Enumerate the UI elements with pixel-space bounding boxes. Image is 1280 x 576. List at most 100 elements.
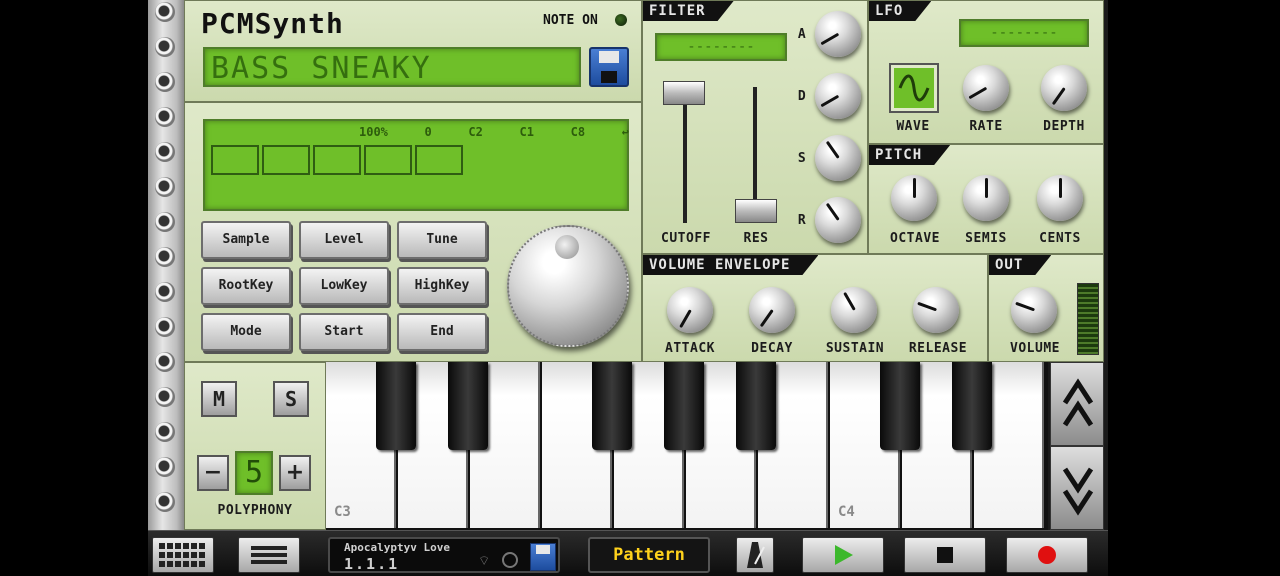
lowkey-button[interactable]: LowKey	[299, 267, 389, 305]
patch-name-display[interactable]: BASS SNEAKY	[203, 47, 581, 87]
cutoff-label: CUTOFF	[661, 231, 711, 246]
data-entry-jog-wheel[interactable]	[507, 225, 629, 347]
lfo-display: --------	[959, 19, 1089, 47]
polyphony-decrease-button[interactable]: −	[197, 455, 229, 491]
level-button[interactable]: Level	[299, 221, 389, 259]
pitch-cents-knob[interactable]	[1037, 175, 1083, 221]
cutoff-slider-handle[interactable]	[663, 81, 705, 105]
polyphony-increase-button[interactable]: +	[279, 455, 311, 491]
sample-button[interactable]: Sample	[201, 221, 291, 259]
highkey-button[interactable]: HighKey	[397, 267, 487, 305]
mode-button[interactable]: Mode	[201, 313, 291, 351]
black-key-f-sharp3[interactable]	[592, 362, 632, 450]
filter-release-knob[interactable]	[815, 197, 861, 243]
sample-tune-value: 0	[424, 125, 432, 139]
lfo-wave-button[interactable]	[891, 65, 937, 111]
pitch-semis-knob[interactable]	[963, 175, 1009, 221]
solo-button[interactable]: S	[273, 381, 309, 417]
envelope-decay-knob[interactable]	[749, 287, 795, 333]
mute-button[interactable]: M	[201, 381, 237, 417]
lfo-depth-label: DEPTH	[1043, 119, 1085, 134]
ring-icon	[155, 142, 175, 162]
sample-rootkey-value: C2	[468, 125, 483, 139]
song-position: 1.1.1	[344, 555, 400, 573]
filter-title: FILTER	[643, 1, 734, 21]
start-button[interactable]: Start	[299, 313, 389, 351]
menu-button[interactable]	[238, 537, 300, 573]
sample-slot[interactable]	[313, 145, 361, 175]
res-label: RES	[743, 231, 769, 246]
sample-highkey-value: C8	[570, 125, 586, 139]
ring-icon	[155, 2, 175, 22]
lfo-rate-label: RATE	[969, 119, 1003, 134]
filter-decay-knob[interactable]	[815, 73, 861, 119]
play-button[interactable]	[802, 537, 884, 573]
synth-header-panel: PCMSynth NOTE ON BASS SNEAKY	[184, 0, 642, 102]
pitch-title: PITCH	[869, 145, 950, 165]
filter-sustain-knob[interactable]	[815, 135, 861, 181]
envelope-release-knob[interactable]	[913, 287, 959, 333]
output-volume-label: VOLUME	[1010, 341, 1060, 356]
ring-icon	[155, 212, 175, 232]
stop-button[interactable]	[904, 537, 986, 573]
pitch-octave-knob[interactable]	[891, 175, 937, 221]
note-on-label: NOTE ON	[543, 13, 598, 28]
ring-icon	[155, 282, 175, 302]
envelope-attack-knob[interactable]	[667, 287, 713, 333]
sample-display[interactable]: 100% 0 C2 C1 C8 ↩	[203, 119, 629, 211]
song-name: Apocalyptyv Love	[344, 541, 450, 554]
ring-icon	[155, 422, 175, 442]
res-slider-handle[interactable]	[735, 199, 777, 223]
ring-icon	[155, 37, 175, 57]
filter-attack-knob[interactable]	[815, 11, 861, 57]
loop-mode-icon: ↩	[621, 125, 629, 139]
sample-panel: 100% 0 C2 C1 C8 ↩ Sample Level Tune Root…	[184, 102, 642, 362]
save-patch-button[interactable]	[589, 47, 629, 87]
black-key-c-sharp4[interactable]	[880, 362, 920, 450]
filter-display: --------	[655, 33, 787, 61]
save-song-button[interactable]	[530, 543, 556, 571]
record-button[interactable]	[1006, 537, 1088, 573]
floppy-disk-icon	[599, 51, 619, 63]
output-volume-knob[interactable]	[1011, 287, 1057, 333]
envelope-sustain-knob[interactable]	[831, 287, 877, 333]
patch-name: BASS SNEAKY	[211, 51, 432, 86]
polyphony-label: POLYPHONY	[217, 503, 293, 518]
floppy-label-icon	[601, 71, 617, 83]
ring-icon	[155, 492, 175, 512]
sample-slot[interactable]	[262, 145, 310, 175]
volume-envelope-panel: VOLUME ENVELOPE ATTACK DECAY SUSTAIN REL…	[642, 254, 988, 362]
ring-icon	[155, 317, 175, 337]
metronome-button[interactable]	[736, 537, 774, 573]
envelope-decay-label: DECAY	[751, 341, 793, 356]
sample-level-value: 100%	[359, 125, 388, 139]
rack-view-button[interactable]	[152, 537, 214, 573]
black-key-d-sharp4[interactable]	[952, 362, 992, 450]
envelope-release-label: RELEASE	[908, 341, 968, 356]
lfo-wave-label: WAVE	[896, 119, 930, 134]
octave-down-button[interactable]	[1050, 446, 1104, 530]
double-chevron-up-icon	[1062, 378, 1094, 427]
lfo-rate-knob[interactable]	[963, 65, 1009, 111]
ring-icon	[155, 72, 175, 92]
black-key-d-sharp3[interactable]	[448, 362, 488, 450]
rootkey-button[interactable]: RootKey	[201, 267, 291, 305]
song-info-display[interactable]: Apocalyptyv Love 1.1.1 ⌔	[328, 537, 560, 573]
black-key-a-sharp3[interactable]	[736, 362, 776, 450]
sample-slot[interactable]	[211, 145, 259, 175]
end-button[interactable]: End	[397, 313, 487, 351]
lfo-panel: LFO -------- WAVE RATE DEPTH	[868, 0, 1104, 144]
ring-icon	[155, 352, 175, 372]
sample-slot[interactable]	[364, 145, 412, 175]
ring-icon	[155, 107, 175, 127]
sample-header: 100% 0 C2 C1 C8 ↩	[359, 125, 629, 139]
octave-up-button[interactable]	[1050, 362, 1104, 446]
black-key-g-sharp3[interactable]	[664, 362, 704, 450]
lfo-depth-knob[interactable]	[1041, 65, 1087, 111]
sample-slot[interactable]	[415, 145, 463, 175]
pattern-button[interactable]: Pattern	[588, 537, 710, 573]
black-key-c-sharp3[interactable]	[376, 362, 416, 450]
cutoff-slider-track	[683, 93, 687, 223]
record-icon	[1038, 546, 1056, 564]
tune-button[interactable]: Tune	[397, 221, 487, 259]
